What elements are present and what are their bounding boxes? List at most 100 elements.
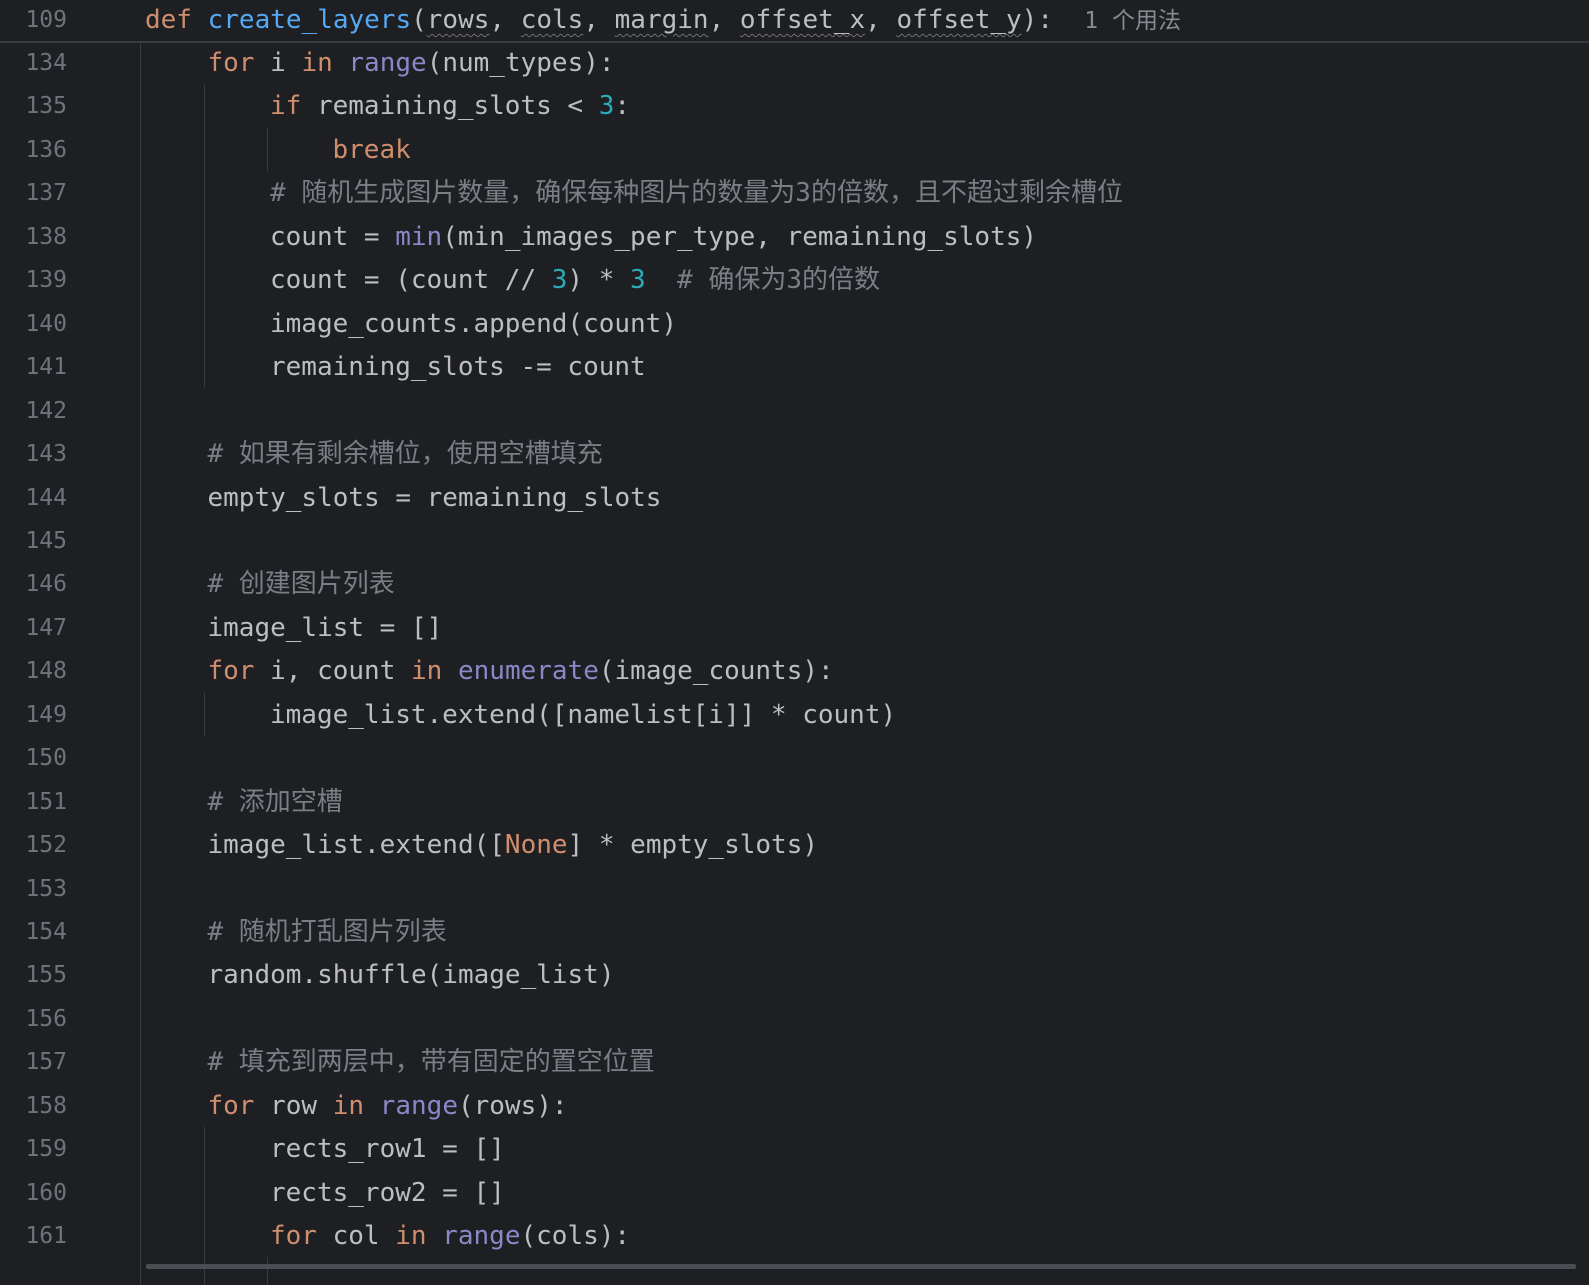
close-paren: ): — [1021, 5, 1053, 35]
line-number[interactable]: 134 — [0, 41, 67, 85]
code-line[interactable]: 158 for row in range(rows): — [0, 1084, 1589, 1128]
code-content[interactable]: remaining_slots -= count — [270, 345, 646, 389]
line-number[interactable]: 150 — [0, 736, 67, 780]
code-line[interactable]: 141 remaining_slots -= count — [0, 345, 1589, 389]
line-number[interactable]: 154 — [0, 910, 67, 954]
code-line[interactable]: 157 # 填充到两层中，带有固定的置空位置 — [0, 1040, 1589, 1084]
code-line[interactable]: 144 empty_slots = remaining_slots — [0, 476, 1589, 520]
code-content[interactable]: # 随机生成图片数量，确保每种图片的数量为3的倍数，且不超过剩余槽位 — [270, 171, 1123, 215]
line-number[interactable]: 148 — [0, 649, 67, 693]
code-line[interactable]: 136 break — [0, 128, 1589, 172]
code-line[interactable]: 142 — [0, 389, 1589, 433]
builtin: range — [442, 1221, 521, 1252]
code-content[interactable]: if remaining_slots < 3: — [270, 84, 630, 128]
horizontal-scrollbar[interactable] — [146, 1264, 1576, 1269]
sticky-function-header[interactable]: 109 def create_layers(rows, cols, margin… — [0, 0, 1589, 43]
line-number[interactable]: 147 — [0, 606, 67, 650]
line-number[interactable]: 161 — [0, 1214, 67, 1258]
line-number[interactable]: 155 — [0, 953, 67, 997]
code-line[interactable]: 147 image_list = [] — [0, 606, 1589, 650]
code-line[interactable]: 139 count = (count // 3) * 3 # 确保为3的倍数 — [0, 258, 1589, 302]
code-line[interactable]: 159 rects_row1 = [] — [0, 1127, 1589, 1171]
function-signature[interactable]: def create_layers(rows, cols, margin, of… — [145, 0, 1181, 43]
code-line[interactable]: 153 — [0, 867, 1589, 911]
def-keyword: def — [145, 5, 192, 35]
code-content[interactable]: for i in range(num_types): — [208, 41, 615, 85]
line-number[interactable]: 157 — [0, 1040, 67, 1084]
code-content[interactable]: rects_row1 = [] — [270, 1127, 505, 1171]
param-separator: , — [865, 5, 897, 35]
code-text: empty_slots = remaining_slots — [207, 482, 662, 513]
code-line[interactable]: 156 — [0, 997, 1589, 1041]
number-literal: 3 — [551, 265, 568, 296]
line-number[interactable]: 160 — [0, 1171, 67, 1215]
code-content[interactable]: image_list.extend([namelist[i]] * count) — [270, 693, 896, 737]
line-number[interactable]: 145 — [0, 519, 67, 563]
code-content[interactable]: # 如果有剩余槽位，使用空槽填充 — [208, 432, 603, 476]
comment: # 随机打乱图片列表 — [207, 917, 447, 947]
code-line[interactable]: 152 image_list.extend([None] * empty_slot… — [0, 823, 1589, 867]
line-number[interactable]: 158 — [0, 1084, 67, 1128]
line-number[interactable]: 146 — [0, 562, 67, 606]
code-line[interactable]: 155 random.shuffle(image_list) — [0, 953, 1589, 997]
line-number[interactable]: 139 — [0, 258, 67, 302]
code-line[interactable]: 161 for col in range(cols): — [0, 1214, 1589, 1258]
code-content[interactable]: empty_slots = remaining_slots — [208, 476, 662, 520]
code-line[interactable]: 148 for i, count in enumerate(image_count… — [0, 649, 1589, 693]
line-number[interactable]: 137 — [0, 171, 67, 215]
code-content[interactable]: # 创建图片列表 — [208, 562, 395, 606]
code-content[interactable]: image_counts.append(count) — [270, 302, 677, 346]
builtin: enumerate — [457, 656, 599, 687]
line-number[interactable]: 140 — [0, 302, 67, 346]
line-number[interactable]: 136 — [0, 128, 67, 172]
line-number[interactable]: 143 — [0, 432, 67, 476]
line-number[interactable]: 138 — [0, 215, 67, 259]
code-line[interactable]: 149 image_list.extend([namelist[i]] * cou… — [0, 693, 1589, 737]
line-number[interactable]: 141 — [0, 345, 67, 389]
line-number[interactable]: 153 — [0, 867, 67, 911]
function-name[interactable]: create_layers — [208, 5, 412, 35]
code-line[interactable]: 137 # 随机生成图片数量，确保每种图片的数量为3的倍数，且不超过剩余槽位 — [0, 171, 1589, 215]
code-content[interactable]: count = min(min_images_per_type, remaini… — [270, 215, 1037, 259]
code-content[interactable]: random.shuffle(image_list) — [208, 953, 615, 997]
code-line[interactable]: 138 count = min(min_images_per_type, rema… — [0, 215, 1589, 259]
code-content[interactable]: count = (count // 3) * 3 # 确保为3的倍数 — [270, 258, 880, 302]
code-content[interactable]: image_list.extend([None] * empty_slots) — [208, 823, 819, 867]
code-content[interactable]: break — [333, 128, 411, 172]
param-separator: , — [489, 5, 521, 35]
code-content[interactable]: image_list = [] — [208, 606, 443, 650]
code-editor[interactable]: 109 def create_layers(rows, cols, margin… — [0, 0, 1589, 1285]
code-text: : — [614, 91, 631, 122]
code-line[interactable]: 154 # 随机打乱图片列表 — [0, 910, 1589, 954]
line-number[interactable]: 144 — [0, 476, 67, 520]
code-line[interactable]: 151 # 添加空槽 — [0, 780, 1589, 824]
code-content[interactable]: # 添加空槽 — [208, 780, 343, 824]
code-content[interactable]: rects_row2 = [] — [270, 1171, 505, 1215]
code-content[interactable]: # 填充到两层中，带有固定的置空位置 — [208, 1040, 655, 1084]
code-line[interactable]: 160 rects_row2 = [] — [0, 1171, 1589, 1215]
code-line[interactable]: 134 for i in range(num_types): — [0, 41, 1589, 85]
code-line[interactable]: 145 — [0, 519, 1589, 563]
code-line[interactable]: 135 if remaining_slots < 3: — [0, 84, 1589, 128]
code-line[interactable]: 146 # 创建图片列表 — [0, 562, 1589, 606]
line-number[interactable]: 149 — [0, 693, 67, 737]
code-text: (num_types): — [426, 48, 615, 78]
line-number[interactable]: 159 — [0, 1127, 67, 1171]
line-number[interactable]: 152 — [0, 823, 67, 867]
code-line[interactable]: 150 — [0, 736, 1589, 780]
code-line[interactable]: 140 image_counts.append(count) — [0, 302, 1589, 346]
code-content[interactable]: for row in range(rows): — [208, 1084, 568, 1128]
line-number[interactable]: 151 — [0, 780, 67, 824]
line-number[interactable]: 135 — [0, 84, 67, 128]
line-number[interactable]: 142 — [0, 389, 67, 433]
code-content[interactable]: for col in range(cols): — [270, 1214, 630, 1258]
code-content[interactable]: for i, count in enumerate(image_counts): — [208, 649, 834, 693]
comment: # 随机生成图片数量，确保每种图片的数量为3的倍数，且不超过剩余槽位 — [270, 178, 1123, 209]
code-content[interactable]: # 随机打乱图片列表 — [208, 910, 447, 954]
code-line[interactable]: 143 # 如果有剩余槽位，使用空槽填充 — [0, 432, 1589, 476]
line-number[interactable]: 156 — [0, 997, 67, 1041]
usage-hint[interactable]: 1 个用法 — [1084, 8, 1181, 34]
